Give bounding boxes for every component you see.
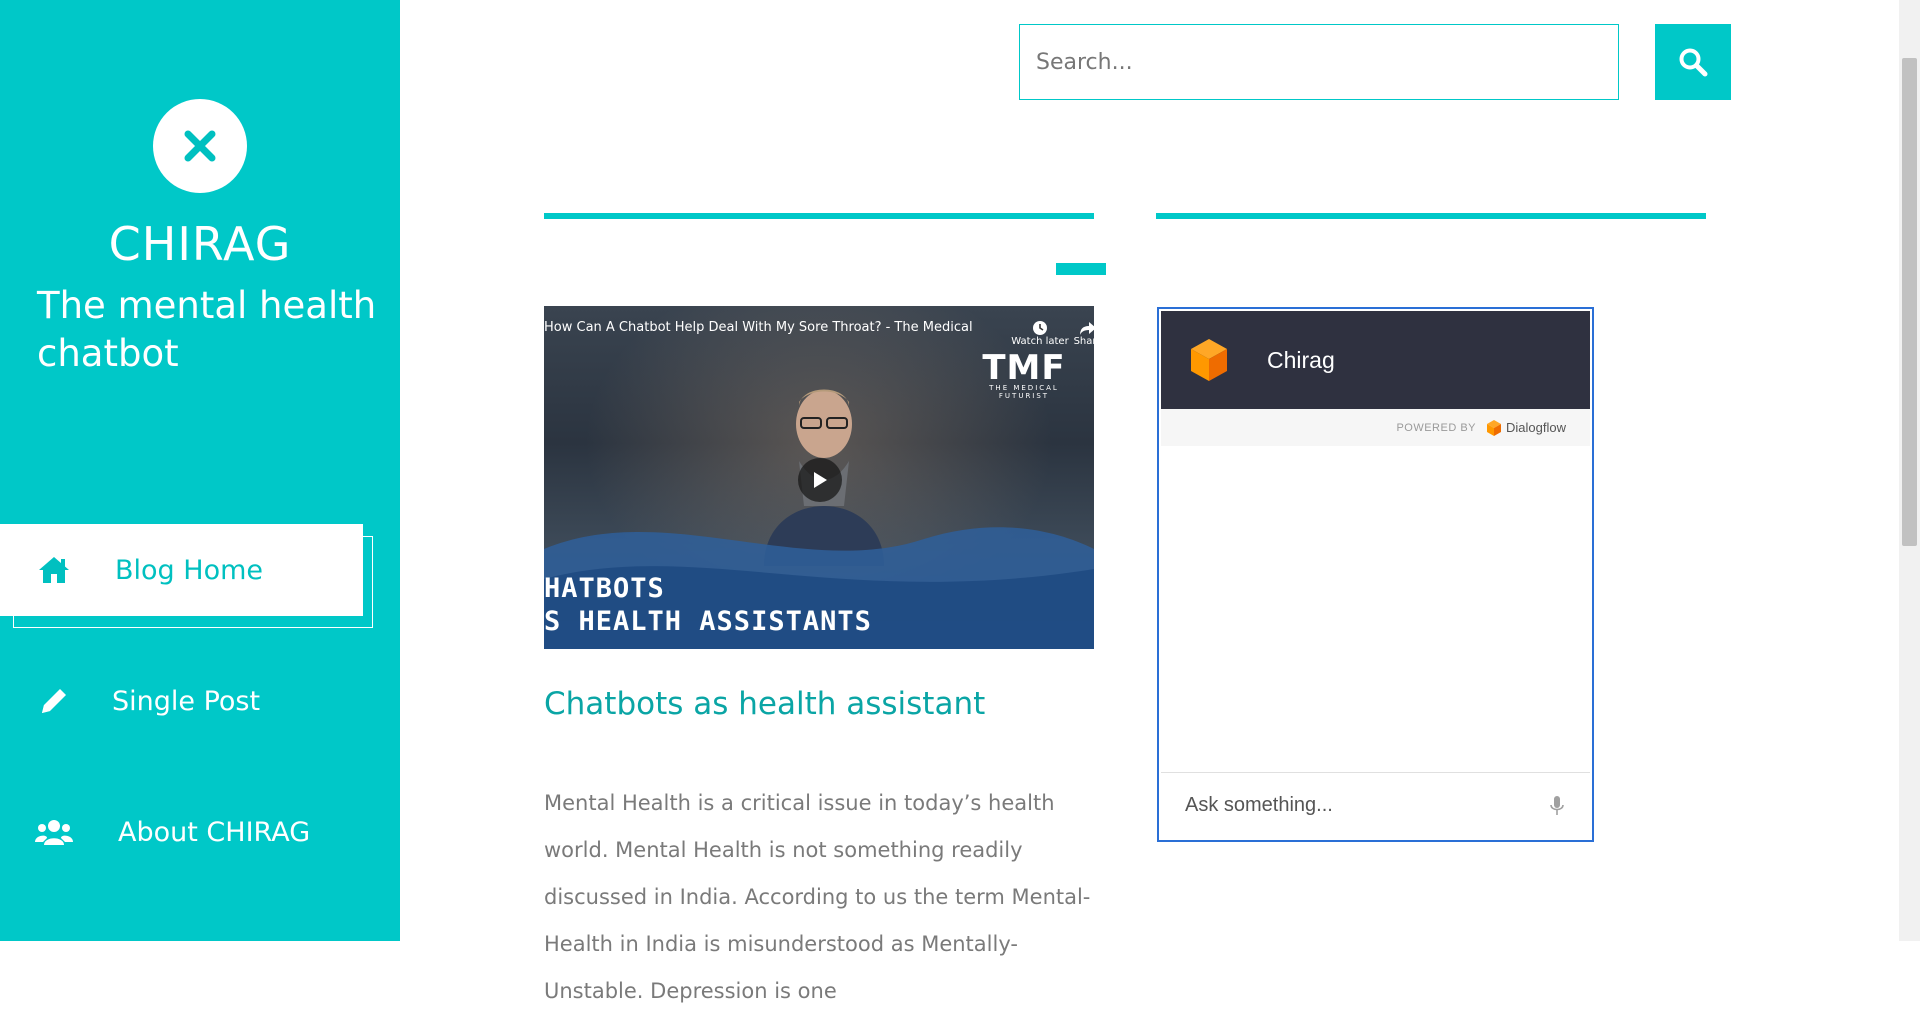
powered-by-label: POWERED BY <box>1396 421 1477 434</box>
chat-input-bar <box>1161 772 1590 838</box>
divider-accent <box>1056 263 1106 275</box>
logo[interactable] <box>153 99 247 193</box>
scrollbar-thumb[interactable] <box>1902 58 1917 546</box>
close-icon <box>184 130 216 162</box>
video-channel-logo: TMF <box>982 348 1066 388</box>
home-icon <box>35 551 73 589</box>
nav-item-single-post[interactable]: Single Post <box>0 655 363 747</box>
microphone-icon <box>1550 795 1564 815</box>
pencil-icon <box>35 682 73 720</box>
chat-message-input[interactable] <box>1183 784 1527 827</box>
nav-item-blog-home[interactable]: Blog Home <box>0 524 363 616</box>
search-icon <box>1679 48 1708 77</box>
nav-label: Blog Home <box>115 554 263 586</box>
users-icon <box>35 813 73 851</box>
nav-label: Single Post <box>112 685 261 717</box>
section-divider-right <box>1156 213 1706 219</box>
chat-header: Chirag <box>1161 311 1590 409</box>
play-icon <box>814 472 827 488</box>
nav-label: About CHIRAG <box>118 816 311 848</box>
video-channel-name: THE MEDICAL FUTURIST <box>989 384 1059 400</box>
share-button[interactable]: Share <box>1058 314 1094 347</box>
video-caption-line: HATBOTS <box>544 573 665 604</box>
video-caption-line: S HEALTH ASSISTANTS <box>544 606 872 637</box>
chat-agent-name: Chirag <box>1267 346 1335 373</box>
section-divider-left <box>544 213 1094 219</box>
share-icon <box>1058 314 1094 336</box>
search-button[interactable] <box>1655 24 1731 100</box>
dialogflow-small-icon <box>1487 419 1502 436</box>
play-button[interactable] <box>798 458 842 502</box>
microphone-button[interactable] <box>1545 791 1569 821</box>
provider-name[interactable]: Dialogflow <box>1506 420 1566 435</box>
nav-item-about[interactable]: About CHIRAG <box>0 786 363 878</box>
powered-by-bar: POWERED BY Dialogflow <box>1161 409 1590 446</box>
site-tagline: The mental health chatbot <box>37 284 377 375</box>
dialogflow-logo-icon <box>1191 339 1227 381</box>
chat-widget: Chirag POWERED BY Dialogflow <box>1157 307 1594 842</box>
video-title[interactable]: How Can A Chatbot Help Deal With My Sore… <box>544 320 974 335</box>
search-input[interactable] <box>1019 24 1619 100</box>
post-excerpt: Mental Health is a critical issue in tod… <box>544 791 1091 1003</box>
video-embed[interactable]: How Can A Chatbot Help Deal With My Sore… <box>544 306 1094 649</box>
sidebar: CHIRAG The mental health chatbot Blog Ho… <box>0 0 400 941</box>
site-title[interactable]: CHIRAG <box>0 214 400 274</box>
post-title-link[interactable]: Chatbots as health assistant <box>544 686 1104 722</box>
share-label: Share <box>1073 336 1094 347</box>
